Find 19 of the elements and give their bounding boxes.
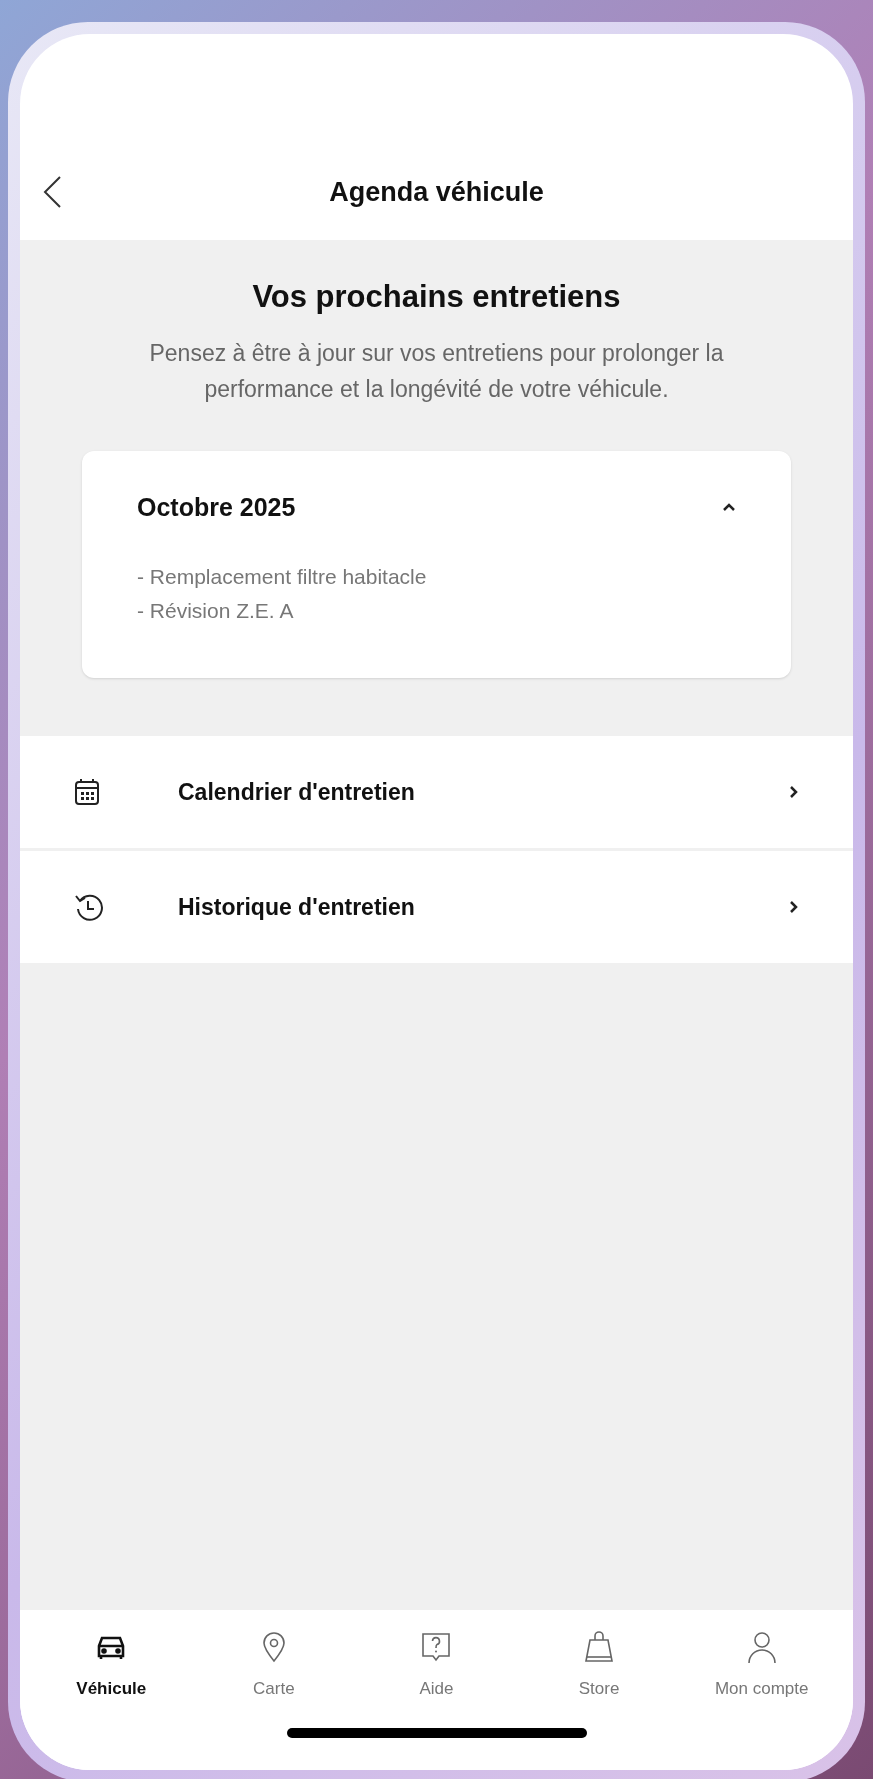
chevron-right-icon [789, 900, 799, 914]
chevron-right-icon [789, 785, 799, 799]
maintenance-item: - Remplacement filtre habitacle [137, 564, 428, 590]
calendar-icon [74, 778, 100, 806]
tab-bar-item[interactable]: Aide [361, 1630, 512, 1702]
page-title: Agenda véhicule [329, 175, 544, 209]
tab-bar-item[interactable]: Mon compte [686, 1630, 837, 1702]
maintenance-item: - Révision Z.E. A [137, 598, 295, 624]
month-accordion-header[interactable]: Octobre 2025 [137, 488, 736, 526]
menu-row[interactable]: Historique d'entretien [20, 851, 853, 963]
section-description: Pensez à être à jour sur vos entretiens pour prolonger la performance et la longévité de votre véhicule. [148, 338, 725, 404]
history-clock-icon [74, 892, 104, 922]
menu-row[interactable]: Calendrier d'entretien [20, 736, 853, 848]
back-chevron-icon [42, 175, 62, 209]
tab-bar-item[interactable]: Véhicule [36, 1630, 187, 1702]
tab-bar-item[interactable]: Store [524, 1630, 675, 1702]
tab-bar-item[interactable]: Carte [198, 1630, 349, 1702]
section-heading: Vos prochains entretiens [251, 278, 622, 316]
chevron-up-icon [722, 502, 736, 513]
